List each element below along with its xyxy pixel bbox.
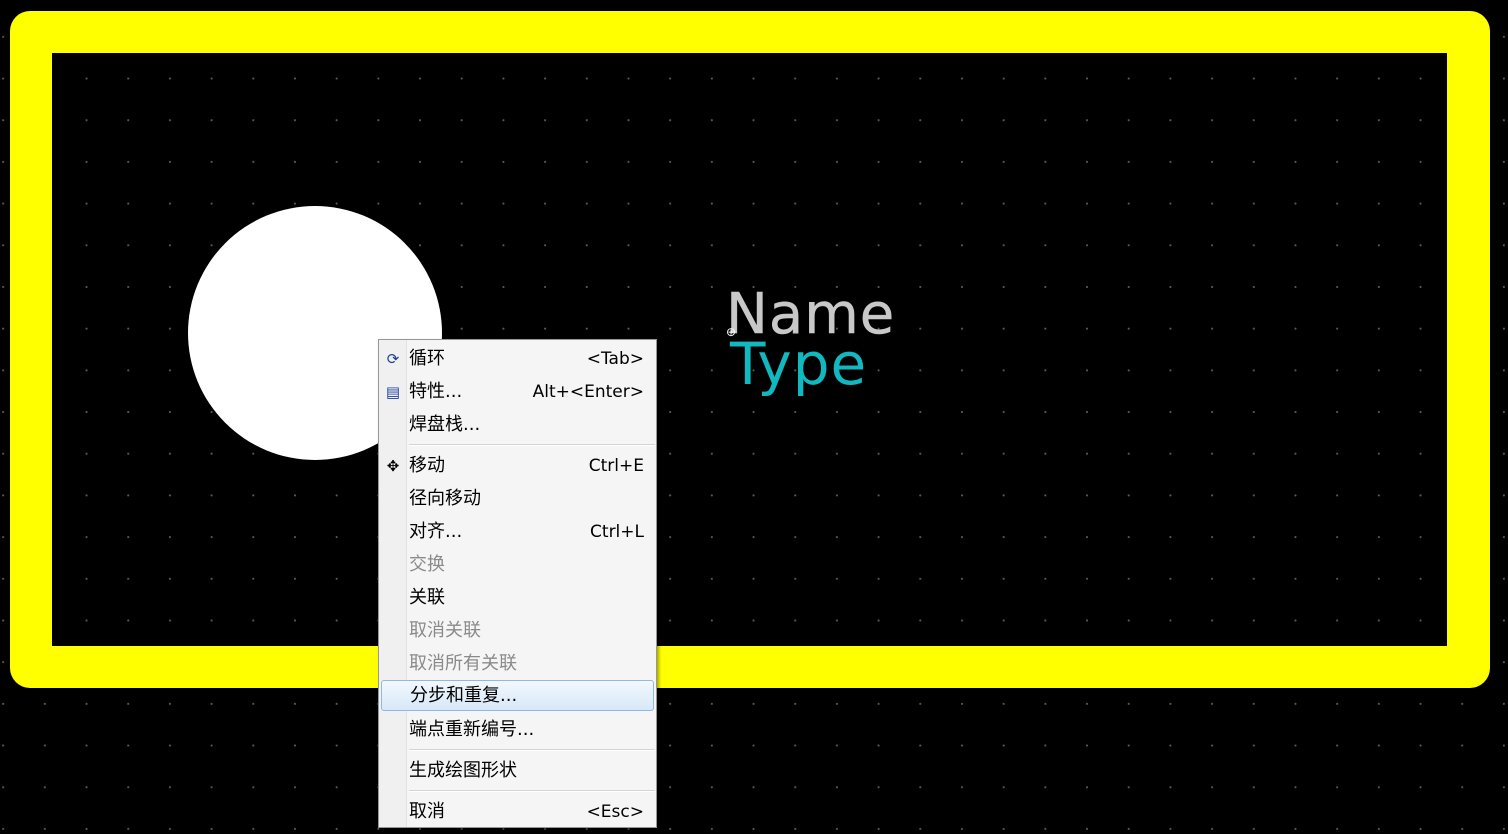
menu-item-label: 取消所有关联: [409, 653, 517, 674]
menu-item-label: 交换: [409, 554, 445, 575]
menu-item-label: 移动: [409, 455, 445, 476]
menu-item-disassociate: 取消关联: [381, 616, 654, 647]
menu-item-label: 循环: [409, 348, 445, 369]
menu-item-shortcut: Ctrl+L: [590, 522, 644, 542]
menu-separator: [409, 790, 655, 792]
menu-item-label: 取消关联: [409, 620, 481, 641]
menu-item-shortcut: <Tab>: [586, 349, 644, 369]
menu-item-shortcut: <Esc>: [586, 802, 644, 822]
origin-crosshair-icon: ⊕: [726, 325, 737, 339]
menu-item-label: 对齐...: [409, 521, 463, 542]
menu-item-disassociate-all: 取消所有关联: [381, 649, 654, 680]
context-menu: ⟳ 循环 <Tab> ▤ 特性... Alt+<Enter> 焊盘栈... ✥ …: [378, 339, 657, 828]
menu-item-padstack[interactable]: 焊盘栈...: [381, 410, 654, 441]
menu-separator: [409, 749, 655, 751]
menu-item-label: 特性...: [409, 381, 463, 402]
move-icon: ✥: [386, 457, 400, 475]
menu-item-shortcut: Ctrl+E: [588, 456, 644, 476]
menu-item-label: 径向移动: [409, 488, 481, 509]
menu-item-radial-move[interactable]: 径向移动: [381, 484, 654, 515]
cycle-icon: ⟳: [386, 350, 400, 368]
menu-item-label: 生成绘图形状: [409, 760, 517, 781]
menu-item-properties[interactable]: ▤ 特性... Alt+<Enter>: [381, 377, 654, 408]
properties-icon: ▤: [385, 383, 401, 401]
menu-item-associate[interactable]: 关联: [381, 583, 654, 614]
menu-item-move[interactable]: ✥ 移动 Ctrl+E: [381, 451, 654, 482]
menu-item-step-and-repeat[interactable]: 分步和重复...: [381, 680, 654, 711]
menu-item-create-drawing-shape[interactable]: 生成绘图形状: [381, 756, 654, 787]
type-label[interactable]: Type: [730, 330, 867, 398]
menu-item-swap: 交换: [381, 550, 654, 581]
menu-item-shortcut: Alt+<Enter>: [532, 382, 644, 402]
menu-item-cancel[interactable]: 取消 <Esc>: [381, 797, 654, 828]
menu-item-label: 关联: [409, 587, 445, 608]
menu-item-label: 端点重新编号...: [409, 719, 535, 740]
menu-item-align[interactable]: 对齐... Ctrl+L: [381, 517, 654, 548]
menu-item-label: 分步和重复...: [410, 685, 518, 706]
menu-item-cycle[interactable]: ⟳ 循环 <Tab>: [381, 344, 654, 375]
menu-item-label: 焊盘栈...: [409, 414, 481, 435]
menu-separator: [409, 444, 655, 446]
pcb-canvas[interactable]: Name Type ⊕: [0, 0, 1508, 834]
menu-item-renumber-terminals[interactable]: 端点重新编号...: [381, 715, 654, 746]
menu-item-label: 取消: [409, 801, 445, 822]
